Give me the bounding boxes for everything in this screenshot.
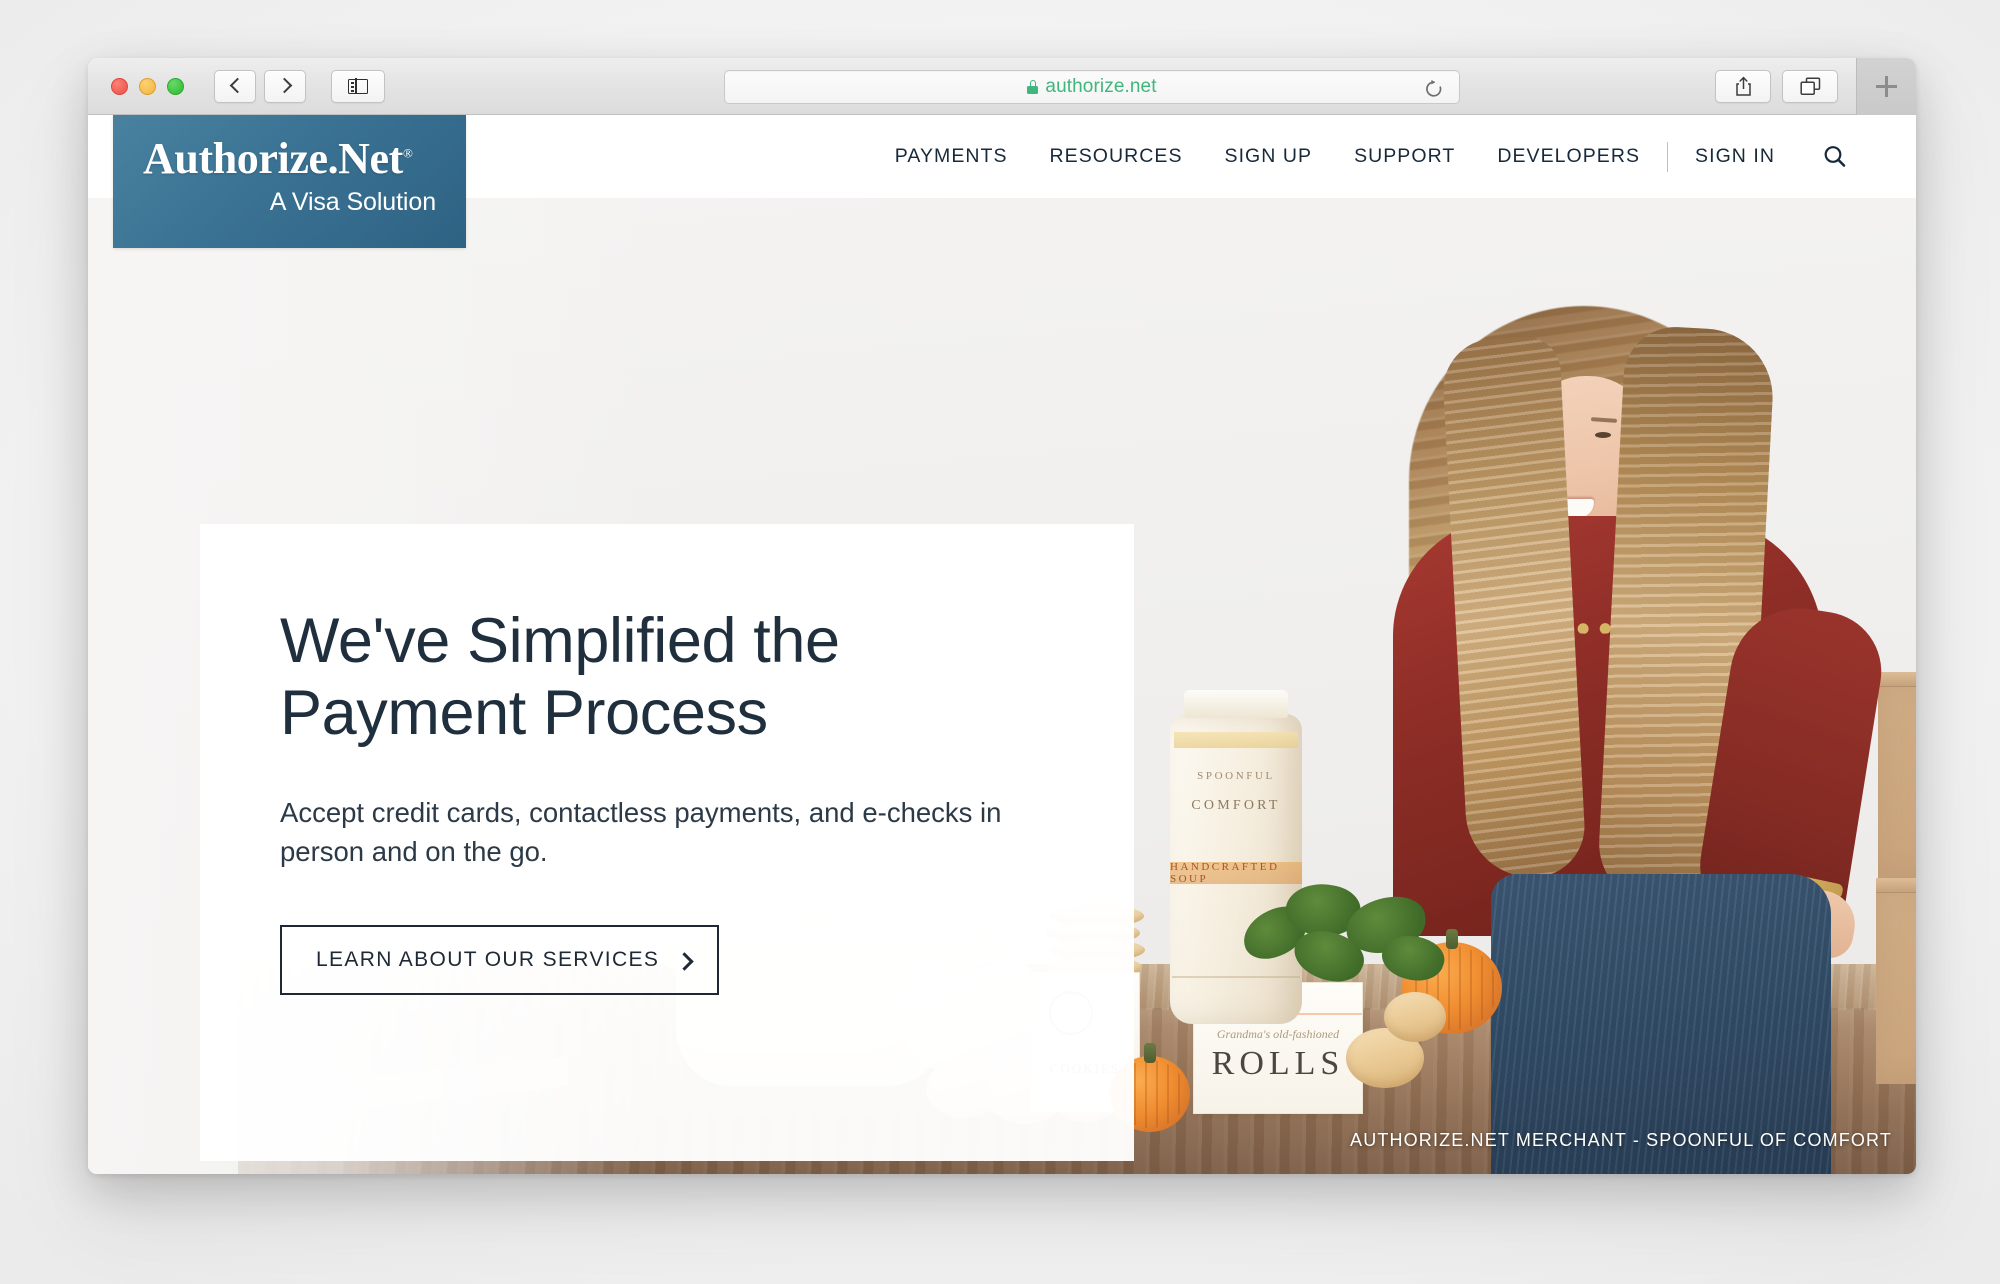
address-bar-content: authorize.net	[1027, 76, 1156, 98]
browser-window: authorize.net Authorize.Net® A Visa Solu…	[88, 58, 1916, 1174]
sidebar-icon	[348, 77, 368, 95]
window-controls	[111, 77, 184, 95]
plus-icon	[1876, 76, 1897, 97]
learn-about-our-services-button[interactable]: LEARN ABOUT OUR SERVICES	[280, 924, 720, 995]
tabs-icon	[1799, 77, 1820, 95]
forward-button[interactable]	[264, 69, 306, 103]
jar-lid	[1184, 690, 1288, 718]
nav-item-payments[interactable]: PAYMENTS	[874, 145, 1029, 168]
nav-item-support[interactable]: SUPPORT	[1333, 145, 1476, 168]
site-header: Authorize.Net® A Visa Solution PAYMENTS …	[88, 115, 1916, 248]
authorize-net-logo[interactable]: Authorize.Net® A Visa Solution	[113, 115, 466, 248]
logo-wordmark-text: Authorize.Net	[143, 133, 403, 183]
jeans	[1491, 874, 1831, 1174]
share-button[interactable]	[1715, 70, 1771, 103]
logo-tagline: A Visa Solution	[269, 188, 436, 217]
hero-subtitle: Accept credit cards, contactless payment…	[280, 796, 1002, 867]
jar-ring	[1174, 732, 1298, 748]
lock-icon	[1027, 80, 1039, 94]
main-navigation: PAYMENTS RESOURCES SIGN UP SUPPORT DEVEL…	[874, 115, 1852, 198]
page-title: We've Simplified the Payment Process	[280, 606, 840, 748]
tab-overview-button[interactable]	[1782, 70, 1838, 103]
reload-button[interactable]	[1423, 78, 1445, 100]
registered-mark: ®	[402, 145, 413, 161]
eye-right	[1595, 432, 1611, 438]
sidebar-toggle-button[interactable]	[331, 69, 385, 103]
url-text: authorize.net	[1045, 76, 1157, 97]
logo-wordmark: Authorize.Net®	[143, 133, 436, 183]
new-tab-button[interactable]	[1856, 58, 1916, 115]
toolbar-right-buttons	[1715, 70, 1838, 103]
rolls-script-text: Grandma's old-fashioned	[1216, 1027, 1340, 1041]
search-button[interactable]	[1796, 144, 1852, 170]
hero-copy-panel: We've Simplified the Payment Process Acc…	[200, 524, 1134, 1161]
chevron-left-icon	[230, 77, 241, 95]
zoom-window-button[interactable]	[167, 77, 184, 95]
hero-section: SPO CO THE GIFT SPO CO THE GIFT	[88, 198, 1916, 1174]
chevron-right-icon	[280, 77, 291, 95]
back-button[interactable]	[214, 69, 256, 103]
parsley-greens	[1235, 876, 1452, 998]
cta-label: LEARN ABOUT OUR SERVICES	[316, 947, 660, 971]
nav-item-sign-up[interactable]: SIGN UP	[1204, 145, 1334, 168]
rolls-label: ROLLS	[1211, 1045, 1345, 1082]
search-icon	[1824, 145, 1846, 167]
address-bar[interactable]: authorize.net	[724, 70, 1460, 104]
jar-brand-top: SPOONFUL	[1197, 770, 1275, 782]
bread-roll	[1384, 992, 1446, 1042]
web-page: Authorize.Net® A Visa Solution PAYMENTS …	[88, 115, 1916, 1174]
nav-item-sign-in[interactable]: SIGN IN	[1674, 145, 1796, 168]
share-icon	[1735, 76, 1751, 96]
close-window-button[interactable]	[111, 77, 128, 95]
nav-divider	[1667, 141, 1669, 172]
minimize-window-button[interactable]	[139, 77, 156, 95]
nav-item-resources[interactable]: RESOURCES	[1029, 145, 1204, 168]
photo-credit: AUTHORIZE.NET MERCHANT - SPOONFUL OF COM…	[1350, 1130, 1892, 1150]
browser-toolbar: authorize.net	[88, 58, 1916, 115]
chevron-right-icon	[678, 952, 689, 968]
jar-brand-bottom: COMFORT	[1191, 798, 1281, 813]
merchant-photo-subject	[1363, 294, 1903, 1174]
nav-item-developers[interactable]: DEVELOPERS	[1476, 145, 1661, 168]
reload-icon	[1426, 79, 1442, 97]
navigation-buttons	[214, 69, 306, 103]
